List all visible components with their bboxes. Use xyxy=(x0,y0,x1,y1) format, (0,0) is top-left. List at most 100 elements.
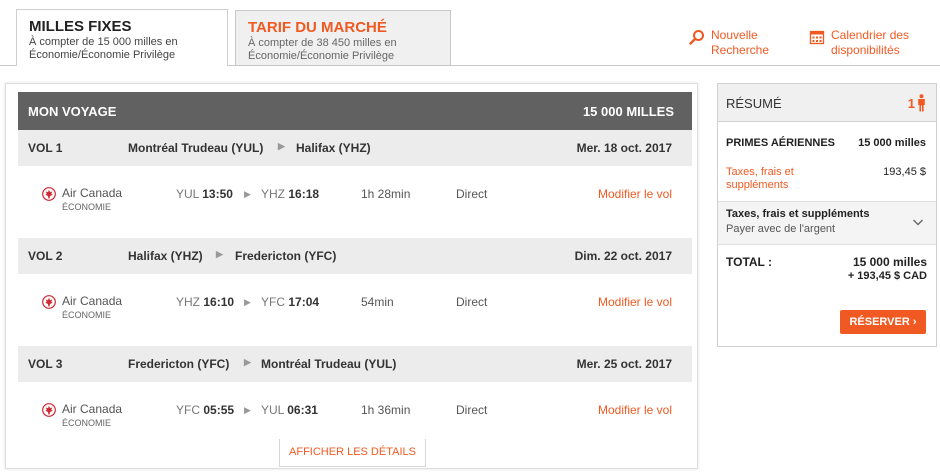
summary-panel: RÉSUMÉ 1 PRIMES AÉRIENNES 15 000 milles … xyxy=(717,83,937,347)
flight-date: Dim. 22 oct. 2017 xyxy=(574,249,672,263)
new-search-line1: Nouvelle xyxy=(711,28,758,42)
tab-title: MILLES FIXES xyxy=(29,18,132,35)
flight-destination: Fredericton (YFC) xyxy=(235,249,337,263)
departure-time: 05:55 xyxy=(203,403,235,417)
flight-label: VOL 2 xyxy=(28,249,63,263)
arrival: YUL 06:31 xyxy=(261,403,318,417)
reserve-button[interactable]: RÉSERVER › xyxy=(840,310,926,334)
flight-stops: Direct xyxy=(456,295,488,309)
departure: YFC 05:55 xyxy=(176,403,234,417)
total-line: TOTAL : 15 000 milles + 193,45 $ CAD xyxy=(726,255,927,282)
flight-header: VOL 1 Montréal Trudeau (YUL) ▶ Halifax (… xyxy=(18,130,692,166)
total-label: TOTAL : xyxy=(726,255,772,269)
arrow-right-icon: ▶ xyxy=(216,249,223,259)
flight-destination: Montréal Trudeau (YUL) xyxy=(261,357,397,371)
arrow-right-icon: ▶ xyxy=(244,189,251,199)
trip-header: MON VOYAGE 15 000 MILLES xyxy=(18,92,692,130)
payment-method-toggle[interactable]: Taxes, frais et suppléments Payer avec d… xyxy=(718,202,936,245)
calendar-icon xyxy=(809,30,825,45)
arrow-right-icon: ▶ xyxy=(244,297,251,307)
flight-origin: Halifax (YHZ) xyxy=(128,249,203,263)
arrival: YFC 17:04 xyxy=(261,295,319,309)
arrival: YHZ 16:18 xyxy=(261,187,319,201)
flight-duration: 1h 36min xyxy=(361,403,411,417)
flight-date: Mer. 18 oct. 2017 xyxy=(576,141,672,155)
arrival-code: YUL xyxy=(261,403,284,417)
award-miles-value: 15 000 milles xyxy=(858,137,926,149)
air-canada-logo-icon xyxy=(42,295,56,309)
calendar-line2: disponibilités xyxy=(831,43,900,57)
trip-title: MON VOYAGE xyxy=(28,103,117,119)
arrival-code: YFC xyxy=(261,295,285,309)
arrow-right-icon: ▶ xyxy=(244,405,251,415)
flight-stops: Direct xyxy=(456,403,488,417)
tab-market-fare[interactable]: TARIF DU MARCHÉ À compter de 38 450 mill… xyxy=(235,10,451,66)
trip-total-miles: 15 000 MILLES xyxy=(582,103,674,119)
flight-label: VOL 3 xyxy=(28,357,63,371)
passenger-number: 1 xyxy=(907,96,915,111)
departure: YUL 13:50 xyxy=(176,187,233,201)
flight-origin: Montréal Trudeau (YUL) xyxy=(128,141,264,155)
tab-subtitle: Économie/Économie Privilège xyxy=(29,49,176,61)
payment-title: Taxes, frais et suppléments xyxy=(726,208,870,220)
cabin-class: ÉCONOMIE xyxy=(62,202,112,212)
taxes-line: Taxes, frais et suppléments 193,45 $ xyxy=(726,166,926,192)
tab-subtitle: À compter de 38 450 milles en xyxy=(248,37,397,49)
air-canada-logo-icon xyxy=(42,187,56,201)
arrow-right-icon: ▶ xyxy=(278,141,285,151)
flight-header: VOL 3 Fredericton (YFC) ▶ Montréal Trude… xyxy=(18,346,692,382)
reserve-label: RÉSERVER xyxy=(849,316,910,328)
departure-code: YHZ xyxy=(176,295,200,309)
arrival-time: 06:31 xyxy=(287,403,318,417)
total-amount: 15 000 milles + 193,45 $ CAD xyxy=(848,255,927,283)
trip-card: MON VOYAGE 15 000 MILLES VOL 1 Montréal … xyxy=(5,83,698,469)
new-search-link[interactable]: Nouvelle Recherche xyxy=(689,28,769,58)
air-canada-logo-icon xyxy=(42,403,56,417)
flight-header: VOL 2 Halifax (YHZ) ▶ Fredericton (YFC) … xyxy=(18,238,692,274)
summary-title: RÉSUMÉ xyxy=(726,96,782,111)
flight-segment-row: Air Canada ÉCONOMIE YUL 13:50 ▶ YHZ 16:1… xyxy=(18,167,692,237)
airline-name: Air Canada xyxy=(62,186,123,200)
flight-stops: Direct xyxy=(456,187,488,201)
airline-name: Air Canada xyxy=(62,294,123,308)
award-miles-line: PRIMES AÉRIENNES 15 000 milles xyxy=(726,137,926,149)
departure-time: 16:10 xyxy=(203,295,235,309)
person-icon xyxy=(918,94,925,112)
taxes-label-line2[interactable]: suppléments xyxy=(726,179,926,192)
airline-name: Air Canada xyxy=(62,402,123,416)
new-search-line2: Recherche xyxy=(711,43,770,57)
total-cash: + 193,45 $ CAD xyxy=(847,270,927,282)
departure: YHZ 16:10 xyxy=(176,295,234,309)
show-details-button[interactable]: AFFICHER LES DÉTAILS xyxy=(279,439,426,467)
calendar-line1: Calendrier des xyxy=(831,28,910,42)
total-miles: 15 000 milles xyxy=(852,255,927,269)
taxes-value: 193,45 $ xyxy=(883,166,926,178)
flight-label: VOL 1 xyxy=(28,141,63,155)
tab-subtitle: À compter de 15 000 milles en xyxy=(29,36,178,48)
modify-flight-link[interactable]: Modifier le vol xyxy=(598,187,672,201)
modify-flight-link[interactable]: Modifier le vol xyxy=(598,403,672,417)
cabin-class: ÉCONOMIE xyxy=(62,310,112,320)
passenger-count: 1 xyxy=(908,94,926,112)
search-icon xyxy=(689,30,704,45)
summary-header: RÉSUMÉ 1 xyxy=(718,84,936,122)
flight-origin: Fredericton (YFC) xyxy=(128,357,230,371)
cabin-class: ÉCONOMIE xyxy=(62,418,112,428)
flight-segment-row: Air Canada ÉCONOMIE YHZ 16:10 ▶ YFC 17:0… xyxy=(18,275,692,345)
flight-duration: 54min xyxy=(361,295,394,309)
tab-title: TARIF DU MARCHÉ xyxy=(248,19,387,36)
flight-date: Mer. 25 oct. 2017 xyxy=(576,357,672,371)
arrival-time: 17:04 xyxy=(288,295,320,309)
arrow-right-icon: ▶ xyxy=(244,357,251,367)
modify-flight-link[interactable]: Modifier le vol xyxy=(598,295,672,309)
arrival-code: YHZ xyxy=(261,187,285,201)
chevron-down-icon[interactable] xyxy=(912,216,924,228)
calendar-link[interactable]: Calendrier des disponibilités xyxy=(809,28,909,58)
departure-code: YFC xyxy=(176,403,200,417)
tab-fixed-miles[interactable]: MILLES FIXES À compter de 15 000 milles … xyxy=(16,9,228,66)
arrival-time: 16:18 xyxy=(288,187,320,201)
tab-subtitle: Économie/Économie Privilège xyxy=(248,50,395,62)
chevron-right-icon: › xyxy=(912,316,917,328)
flight-destination: Halifax (YHZ) xyxy=(296,141,371,155)
payment-subtitle: Payer avec de l'argent xyxy=(726,223,836,235)
